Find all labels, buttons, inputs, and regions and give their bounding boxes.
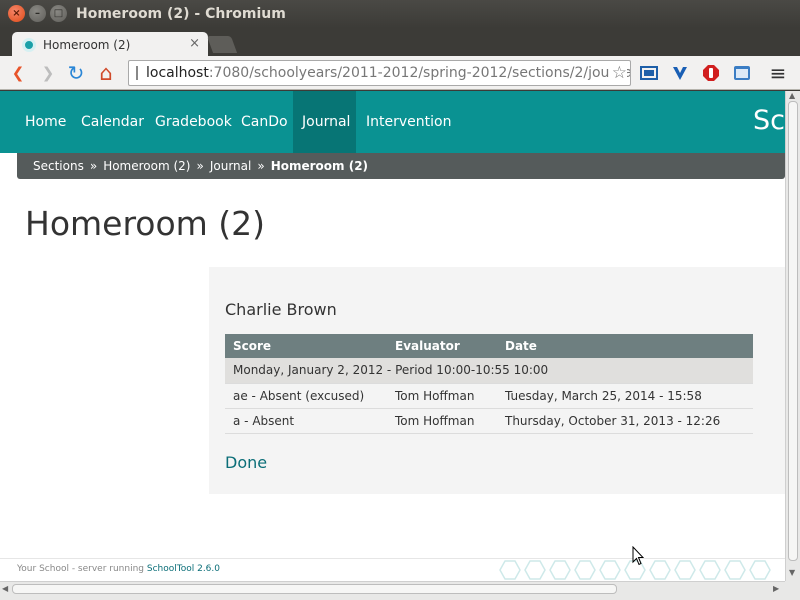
nav-item-journal[interactable]: Journal	[293, 91, 356, 153]
window-bottom-edge	[0, 596, 800, 600]
brand-logo-text: Sc	[753, 105, 785, 136]
main-nav: Home Calendar Gradebook CanDo Journal In…	[0, 91, 785, 153]
breadcrumb-separator: »	[257, 159, 265, 173]
student-name: Charlie Brown	[225, 300, 337, 319]
scroll-left-arrow-icon[interactable]: ◀	[2, 584, 8, 593]
cell-score: ae - Absent (excused)	[225, 383, 387, 409]
nav-item-calendar[interactable]: Calendar	[72, 91, 153, 153]
window-close-button[interactable]: ×	[8, 5, 25, 22]
journal-panel: Charlie Brown Score Evaluator Date Monda…	[209, 267, 785, 494]
minimize-icon: –	[35, 8, 40, 19]
back-icon[interactable]: ❮	[7, 62, 29, 84]
vertical-scrollbar[interactable]: ▲ ▼	[785, 91, 800, 581]
breadcrumb: Sections » Homeroom (2) » Journal » Home…	[17, 153, 785, 179]
column-header-score: Score	[225, 334, 387, 358]
screen-capture-icon[interactable]	[638, 62, 660, 84]
scroll-up-arrow-icon[interactable]: ▲	[789, 91, 795, 100]
footer-prefix: Your School - server running	[17, 564, 147, 574]
cell-score: a - Absent	[225, 408, 387, 434]
column-header-date: Date	[497, 334, 753, 358]
done-link[interactable]: Done	[225, 453, 267, 472]
forward-icon[interactable]: ❯	[37, 62, 59, 84]
cell-date: Thursday, October 31, 2013 - 12:26	[497, 408, 753, 434]
breadcrumb-item-journal[interactable]: Journal	[210, 159, 252, 173]
bookmark-star-icon[interactable]: ☆	[608, 63, 627, 83]
reload-icon[interactable]: ↻	[65, 61, 87, 85]
breadcrumb-separator: »	[89, 159, 98, 173]
vpn-extension-icon[interactable]	[669, 62, 691, 84]
tab-strip: Homeroom (2) ×	[0, 28, 800, 57]
footer-text: Your School - server running SchoolTool …	[17, 564, 220, 574]
breadcrumb-item-homeroom[interactable]: Homeroom (2)	[103, 159, 190, 173]
nav-item-home[interactable]: Home	[16, 91, 75, 153]
window-maximize-button[interactable]: □	[50, 5, 67, 22]
extension-icon[interactable]	[731, 62, 753, 84]
nav-item-gradebook[interactable]: Gradebook	[146, 91, 241, 153]
maximize-icon: □	[53, 8, 64, 19]
mouse-cursor-icon	[632, 546, 644, 566]
nav-item-cando[interactable]: CanDo	[232, 91, 297, 153]
window-minimize-button[interactable]: –	[29, 5, 46, 22]
column-header-evaluator: Evaluator	[387, 334, 497, 358]
horizontal-scrollbar[interactable]: ◀ ▶	[0, 581, 785, 596]
scroll-right-arrow-icon[interactable]: ▶	[773, 584, 779, 593]
page-footer: Your School - server running SchoolTool …	[0, 558, 785, 581]
table-row: ae - Absent (excused) Tom Hoffman Tuesda…	[225, 383, 753, 409]
page-icon	[136, 66, 138, 80]
breadcrumb-current: Homeroom (2)	[270, 159, 369, 173]
breadcrumb-separator: »	[196, 159, 204, 173]
table-row: a - Absent Tom Hoffman Thursday, October…	[225, 408, 753, 434]
table-header-row: Score Evaluator Date	[225, 334, 753, 358]
browser-toolbar: ❮ ❯ ↻ ⌂ localhost:7080/schoolyears/2011-…	[0, 56, 800, 90]
url-text: localhost:7080/schoolyears/2011-2012/spr…	[146, 65, 631, 81]
cell-date: Tuesday, March 25, 2014 - 15:58	[497, 383, 753, 409]
url-host: localhost	[146, 65, 209, 81]
cell-evaluator: Tom Hoffman	[387, 383, 497, 409]
page-viewport: Home Calendar Gradebook CanDo Journal In…	[0, 91, 785, 581]
footer-version-link[interactable]: SchoolTool 2.6.0	[147, 564, 220, 574]
breadcrumb-item-sections[interactable]: Sections	[33, 159, 84, 173]
close-icon: ×	[12, 8, 21, 19]
home-icon[interactable]: ⌂	[95, 61, 117, 85]
scores-table: Score Evaluator Date Monday, January 2, …	[225, 334, 753, 434]
table-group-row: Monday, January 2, 2012 - Period 10:00-1…	[225, 358, 753, 384]
window-title: Homeroom (2) - Chromium	[76, 6, 286, 22]
browser-tab[interactable]: Homeroom (2) ×	[12, 32, 208, 57]
horizontal-scroll-thumb[interactable]	[12, 584, 617, 594]
vertical-scroll-thumb[interactable]	[788, 101, 798, 561]
cell-evaluator: Tom Hoffman	[387, 408, 497, 434]
group-label: Monday, January 2, 2012 - Period 10:00-1…	[225, 358, 753, 384]
tab-close-icon[interactable]: ×	[189, 36, 200, 51]
address-bar[interactable]: localhost:7080/schoolyears/2011-2012/spr…	[128, 60, 631, 86]
tab-title: Homeroom (2)	[43, 37, 131, 52]
scroll-down-arrow-icon[interactable]: ▼	[789, 568, 795, 577]
url-path: :7080/schoolyears/2011-2012/spring-2012/…	[208, 65, 631, 81]
page-title: Homeroom (2)	[25, 204, 266, 243]
adblock-icon[interactable]	[700, 62, 722, 84]
menu-icon[interactable]: ≡	[767, 61, 789, 85]
nav-item-intervention[interactable]: Intervention	[357, 91, 460, 153]
window-titlebar: × – □ Homeroom (2) - Chromium	[0, 0, 800, 28]
favicon-icon	[22, 37, 36, 52]
new-tab-button[interactable]	[206, 36, 238, 53]
